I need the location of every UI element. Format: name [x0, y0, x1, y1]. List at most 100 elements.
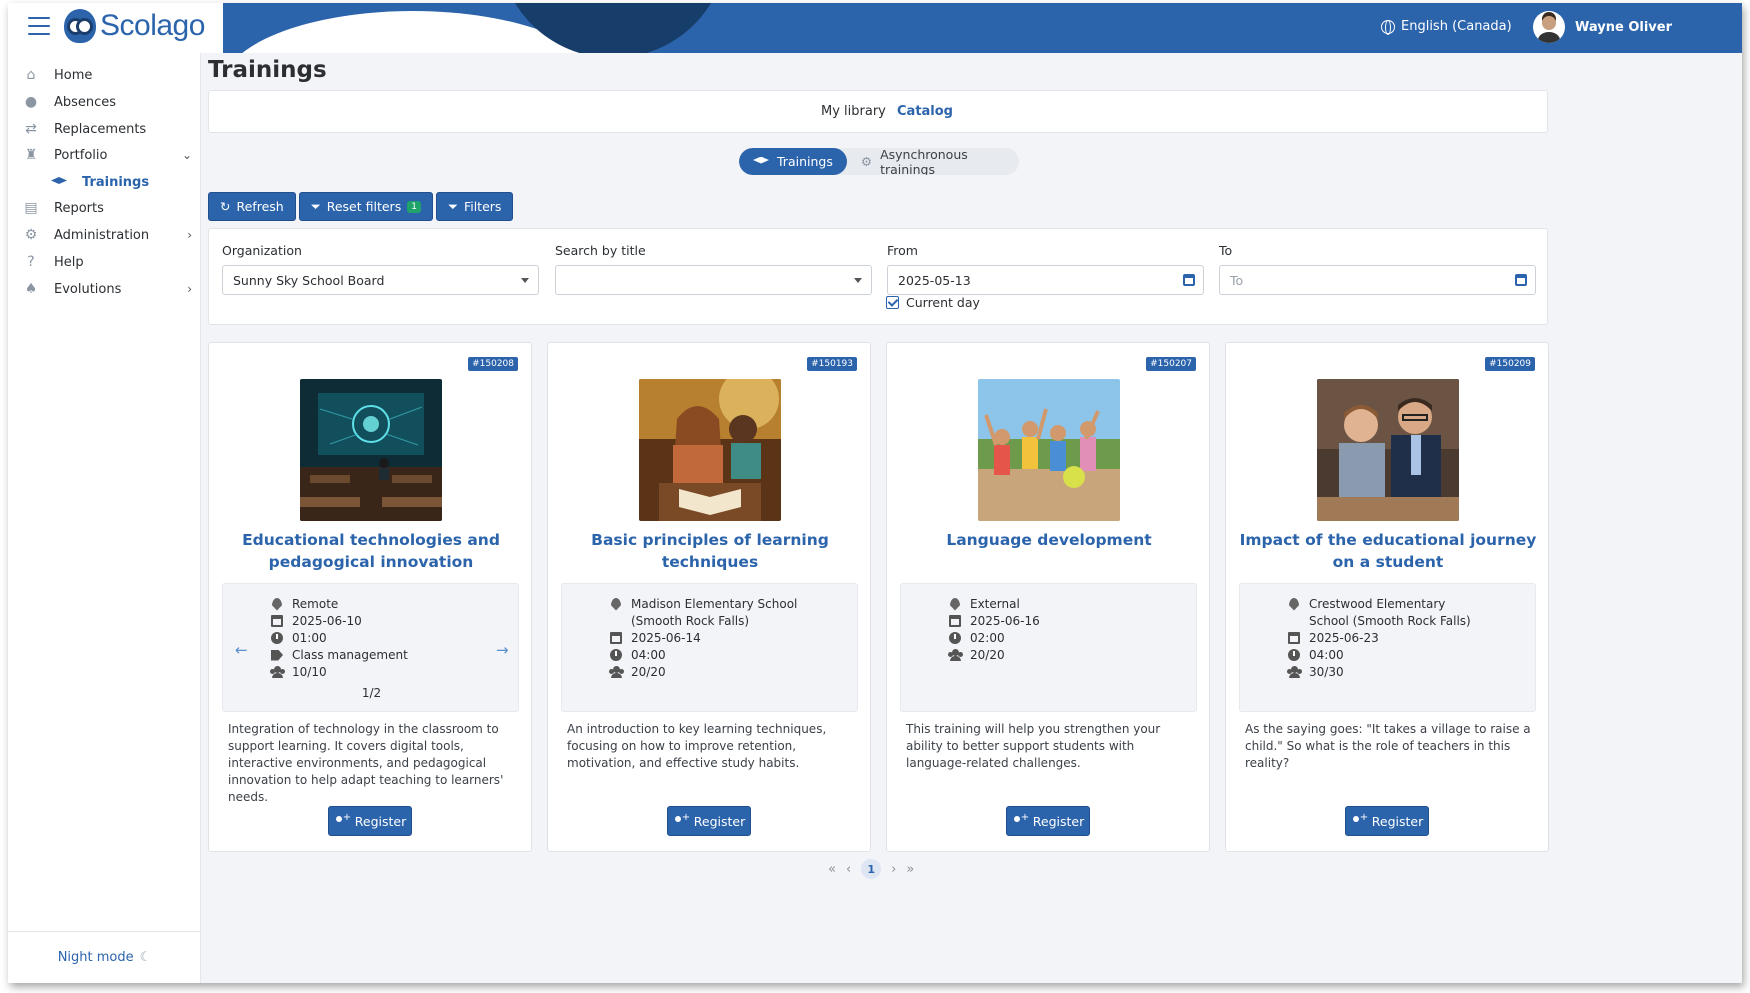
sidebar-item-trainings[interactable]: Trainings: [50, 174, 192, 190]
training-title[interactable]: Educational technologies and pedagogical…: [221, 529, 521, 573]
register-label: Register: [354, 813, 407, 829]
user-plus-icon: [334, 812, 351, 826]
register-button[interactable]: Register: [1006, 806, 1090, 836]
training-description: As the saying goes: "It takes a village …: [1245, 722, 1531, 770]
calendar-icon: [270, 614, 284, 628]
question-icon: ?: [27, 254, 35, 270]
search-title-select[interactable]: [555, 265, 872, 295]
segment-label: Trainings: [777, 154, 833, 169]
training-title[interactable]: Impact of the educational journey on a s…: [1238, 529, 1538, 573]
sidebar-item-label: Administration: [54, 227, 150, 243]
from-label: From: [887, 243, 918, 258]
avatar: [1533, 11, 1565, 43]
training-category: Class management: [292, 648, 408, 662]
organization-label: Organization: [222, 243, 302, 258]
app-logo[interactable]: Scolago: [64, 9, 205, 43]
refresh-icon: ↻: [220, 199, 231, 214]
training-type-toggle: Trainings ⚙ Asynchronous trainings: [739, 148, 1019, 175]
sidebar-item-label: Home: [54, 67, 93, 83]
calendar-icon[interactable]: [1183, 274, 1195, 286]
replacement-icon: ⇄: [25, 121, 37, 137]
sidebar-item-portfolio[interactable]: ♜ Portfolio ⌄: [22, 147, 192, 163]
filters-button[interactable]: ⏷ Filters: [435, 192, 514, 221]
training-duration: 04:00: [631, 648, 666, 662]
calendar-icon: [948, 614, 962, 628]
next-page-icon[interactable]: ›: [891, 862, 896, 877]
training-seats: 20/20: [970, 648, 1005, 662]
organization-select[interactable]: Sunny Sky School Board: [222, 265, 539, 295]
training-card: #150209 Impact of the educational journe…: [1225, 342, 1549, 852]
user-plus-icon: [673, 812, 690, 826]
pagination: « ‹ 1 › »: [828, 859, 914, 879]
users-icon: [1287, 665, 1301, 679]
sidebar-item-replacements[interactable]: ⇄ Replacements: [22, 121, 192, 137]
register-label: Register: [1371, 813, 1424, 829]
arrow-right-icon[interactable]: →: [496, 641, 509, 659]
arrow-left-icon[interactable]: ←: [235, 641, 248, 659]
training-title[interactable]: Basic principles of learning techniques: [560, 529, 860, 573]
register-button[interactable]: Register: [667, 806, 751, 836]
training-date: 2025-06-14: [631, 631, 701, 645]
search-title-label: Search by title: [555, 243, 646, 258]
menu-toggle-icon[interactable]: [28, 17, 50, 37]
register-button[interactable]: Register: [1345, 806, 1429, 836]
refresh-label: Refresh: [236, 199, 284, 214]
calendar-icon: [1287, 631, 1301, 645]
to-label: To: [1219, 243, 1233, 258]
language-selector[interactable]: English (Canada): [1381, 19, 1512, 35]
filter-icon: ⏷: [447, 198, 458, 214]
training-info: Crestwood Elementary School (Smooth Rock…: [1239, 583, 1536, 712]
checkbox-checked-icon: [886, 296, 899, 309]
sidebar-item-reports[interactable]: ▤ Reports: [22, 200, 192, 216]
training-card: #150208 Educational technologies and ped…: [208, 342, 532, 852]
training-seats: 30/30: [1309, 665, 1344, 679]
users-icon: [948, 648, 962, 662]
reset-filters-button[interactable]: ⏷ Reset filters 1: [298, 192, 433, 221]
sidebar: ⌂ Home ● Absences ⇄ Replacements ♜ Portf…: [8, 53, 201, 983]
page-number-current[interactable]: 1: [861, 859, 882, 879]
sidebar-item-absences[interactable]: ● Absences: [22, 94, 192, 110]
calendar-icon[interactable]: [1515, 274, 1527, 286]
sidebar-item-label: Trainings: [82, 174, 150, 190]
clock-icon: [948, 631, 962, 645]
training-title[interactable]: Language development: [899, 529, 1199, 551]
dropdown-caret-icon: [854, 278, 862, 283]
dropdown-caret-icon: [521, 278, 529, 283]
night-mode-label: Night mode: [57, 950, 134, 965]
current-day-checkbox[interactable]: Current day: [886, 295, 980, 310]
refresh-button[interactable]: ↻ Refresh: [208, 192, 296, 221]
tab-my-library[interactable]: My library: [821, 104, 886, 119]
training-date: 2025-06-23: [1309, 631, 1379, 645]
training-image: [1317, 379, 1459, 521]
training-info: Madison Elementary School (Smooth Rock F…: [561, 583, 858, 712]
sidebar-item-label: Help: [54, 254, 84, 270]
from-date-field[interactable]: 2025-05-13: [887, 265, 1204, 295]
segment-trainings[interactable]: Trainings: [739, 148, 847, 175]
register-label: Register: [1032, 813, 1085, 829]
location-pin-icon: [948, 597, 962, 611]
training-description: An introduction to key learning techniqu…: [567, 722, 827, 770]
calendar-icon: [609, 631, 623, 645]
training-info: External 2025-06-16 02:00 20/20: [900, 583, 1197, 712]
chevron-right-icon: ›: [187, 282, 192, 296]
sidebar-item-administration[interactable]: ⚙ Administration ›: [22, 227, 192, 243]
first-page-icon[interactable]: «: [828, 862, 836, 877]
user-menu[interactable]: Wayne Oliver: [1533, 11, 1672, 43]
training-card: #150207 Language development External 20…: [886, 342, 1210, 852]
prev-page-icon[interactable]: ‹: [846, 862, 851, 877]
training-image: [300, 379, 442, 521]
tag-icon: [270, 648, 284, 662]
training-image: [639, 379, 781, 521]
sidebar-item-evolutions[interactable]: ♠ Evolutions ›: [22, 281, 192, 297]
sidebar-item-help[interactable]: ? Help: [22, 254, 192, 270]
sidebar-item-home[interactable]: ⌂ Home: [22, 67, 192, 83]
language-label: English (Canada): [1401, 19, 1512, 34]
location-pin-icon: [270, 597, 284, 611]
sprout-icon: ♠: [24, 281, 38, 297]
register-button[interactable]: Register: [328, 806, 412, 836]
segment-async-trainings[interactable]: ⚙ Asynchronous trainings: [847, 148, 1019, 175]
to-date-field[interactable]: To: [1219, 265, 1536, 295]
tab-catalog[interactable]: Catalog: [897, 104, 953, 119]
night-mode-toggle[interactable]: Night mode ☾: [8, 931, 201, 983]
last-page-icon[interactable]: »: [906, 862, 914, 877]
